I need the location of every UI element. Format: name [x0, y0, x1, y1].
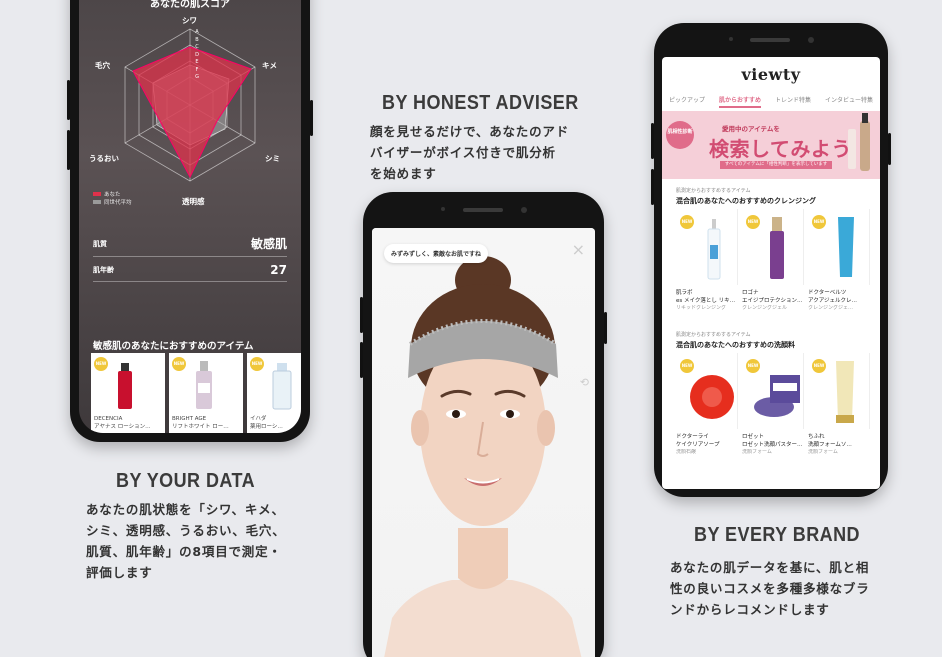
face-wash-products: NEW ドクターライ ケイクリアソープ 洗顔石鹸 NEW ロゼット ロゼット洗顔パス…	[676, 353, 880, 456]
face-illustration	[384, 256, 582, 657]
product-category: 洗顔石鹸	[676, 449, 697, 455]
skin-score-screen: あなたの肌スコア A B C D E F G シワ キメ シミ 透明感 うるおい…	[79, 0, 301, 433]
camera-switch-icon[interactable]: ⟲	[580, 376, 589, 389]
product-image: NEW	[808, 353, 870, 429]
product-name: ロゼット ロゼット洗顔パスター…	[742, 434, 803, 448]
product-card[interactable]: NEW ドクターライ ケイクリアソープ 洗顔石鹸	[676, 353, 738, 456]
product-card[interactable]: NEW 肌ラボ es メイク落とし リキ… リキッドクレンジング	[676, 209, 738, 312]
product-image: NEW	[676, 209, 738, 285]
recommended-products: NEW DECENCIA アヤナス ローション… NEW BRIGHT AGE リフ…	[91, 353, 301, 433]
product-card[interactable]: NEW ロゴナ エイジプロテクション… クレンジングジェル	[742, 209, 804, 312]
adviser-phone: みずみずしく、素敵なお肌ですね × ⟲	[360, 192, 607, 657]
product-image	[118, 363, 132, 409]
radar-label-clarity: 透明感	[182, 197, 205, 206]
radar-label-spots: シミ	[265, 154, 280, 163]
cleansing-products: NEW 肌ラボ es メイク落とし リキ… リキッドクレンジング NEW ロゴナエ…	[676, 209, 880, 312]
radar-label-pores: 毛穴	[95, 61, 110, 70]
radar-chart	[124, 28, 256, 182]
product-card[interactable]: NEW ドクターベルツ アクアジェルクレ… クレンジングジェ…	[808, 209, 870, 312]
viewty-app-phone: viewty ピックアップ 肌からおすすめ トレンド特集 インタビュー特集 肌相…	[651, 23, 891, 497]
product-image	[196, 361, 212, 409]
heading-by-honest-adviser: BY HONEST ADVISER	[382, 92, 579, 114]
category-tabs: ピックアップ 肌からおすすめ トレンド特集 インタビュー特集	[662, 95, 880, 108]
product-image: NEW	[808, 209, 870, 285]
desc-by-honest-adviser: 顔を見せるだけで、あなたのアド バイザーがボイス付きで肌分析 を始めます	[370, 124, 570, 181]
section-subtitle: 肌測定からおすすめするアイテム	[676, 332, 751, 338]
legend-average: 同世代平均	[93, 198, 132, 206]
desc-by-your-data: あなたの肌状態を「シワ、キメ、 シミ、透明感、うるおい、毛穴、 肌質、肌年齢」の…	[86, 502, 286, 580]
product-category: クレンジングジェ…	[808, 305, 854, 311]
product-card[interactable]: NEW DECENCIA アヤナス ローション…	[91, 353, 165, 433]
heading-by-every-brand: BY EVERY BRAND	[694, 524, 861, 546]
product-category: 洗顔フォーム	[808, 449, 838, 455]
product-category: リキッドクレンジング	[676, 305, 727, 311]
tab-skin-recommend[interactable]: 肌からおすすめ	[718, 95, 761, 108]
radar-grade-letters: A B C D E F G	[195, 29, 199, 80]
banner-subtext: 愛用中のアイテムを	[722, 125, 780, 133]
radar-label-moisture: うるおい	[89, 154, 119, 163]
legend-you: あなた	[93, 190, 121, 198]
tab-interview[interactable]: インタビュー特集	[825, 95, 873, 108]
product-name: ロゴナ エイジプロテクション…	[742, 290, 803, 304]
product-image: NEW	[676, 353, 738, 429]
product-image: NEW	[742, 209, 804, 285]
section-title-face-wash: 混合肌のあなたへのおすすめの洗顔料	[676, 341, 795, 349]
product-category: クレンジングジェル	[742, 305, 788, 311]
product-card[interactable]: NEW イハダ 薬用ローシ…	[247, 353, 301, 433]
close-icon[interactable]: ×	[572, 240, 585, 259]
tab-trend[interactable]: トレンド特集	[775, 95, 811, 108]
radar-label-texture: キメ	[262, 61, 277, 70]
section-title-cleansing: 混合肌のあなたへのおすすめのクレンジング	[676, 197, 816, 205]
banner-strip: すべてのアイテムに「相性判断」を表示しています	[720, 161, 832, 169]
section-subtitle: 肌測定からおすすめするアイテム	[676, 188, 751, 194]
product-card[interactable]: NEW ロゼット ロゼット洗顔パスター… 洗顔フォーム	[742, 353, 804, 456]
product-name: DECENCIA アヤナス ローション…	[94, 416, 151, 430]
cosmetics-decor	[848, 113, 870, 171]
skin-match-badge: 肌相性診断	[666, 121, 694, 149]
viewty-logo[interactable]: viewty	[662, 65, 880, 84]
skin-score-title: あなたの肌スコア	[150, 0, 230, 10]
stat-skin-age: 肌年齢 27	[93, 263, 287, 282]
desc-by-every-brand: あなたの肌データを基に、肌と相 性の良いコスメを多種多様なブラ ンドからレコメン…	[670, 560, 870, 617]
product-name: 肌ラボ es メイク落とし リキ…	[676, 290, 736, 304]
radar-label-wrinkle: シワ	[182, 16, 197, 25]
adviser-camera-screen: みずみずしく、素敵なお肌ですね × ⟲	[372, 228, 595, 657]
product-category: 洗顔フォーム	[742, 449, 772, 455]
product-name: ちふれ 洗顔フォームソ…	[808, 434, 852, 448]
product-image: NEW	[742, 353, 804, 429]
product-card[interactable]: NEW ちふれ 洗顔フォームソ… 洗顔フォーム	[808, 353, 870, 456]
product-name: ドクターライ ケイクリアソープ	[676, 434, 720, 448]
skin-score-phone: あなたの肌スコア A B C D E F G シワ キメ シミ 透明感 うるおい…	[67, 0, 313, 442]
tab-pickup[interactable]: ピックアップ	[669, 95, 705, 108]
viewty-screen: viewty ピックアップ 肌からおすすめ トレンド特集 インタビュー特集 肌相…	[662, 57, 880, 489]
adviser-speech-bubble: みずみずしく、素敵なお肌ですね	[384, 244, 489, 263]
product-name: イハダ 薬用ローシ…	[250, 416, 283, 430]
recommended-items-title: 敏感肌のあなたにおすすめのアイテム	[93, 341, 254, 352]
search-banner[interactable]: 肌相性診断 愛用中のアイテムを 検索してみよう すべてのアイテムに「相性判断」を…	[662, 111, 880, 179]
product-name: BRIGHT AGE リフトホワイト ロー…	[172, 416, 229, 430]
heading-by-your-data: BY YOUR DATA	[116, 470, 256, 492]
banner-headline: 検索してみよう	[709, 137, 852, 161]
product-name: ドクターベルツ アクアジェルクレ…	[808, 290, 858, 304]
product-card[interactable]: NEW BRIGHT AGE リフトホワイト ロー…	[169, 353, 243, 433]
product-image	[272, 363, 292, 410]
stat-skin-type: 肌質 敏感肌	[93, 235, 287, 257]
